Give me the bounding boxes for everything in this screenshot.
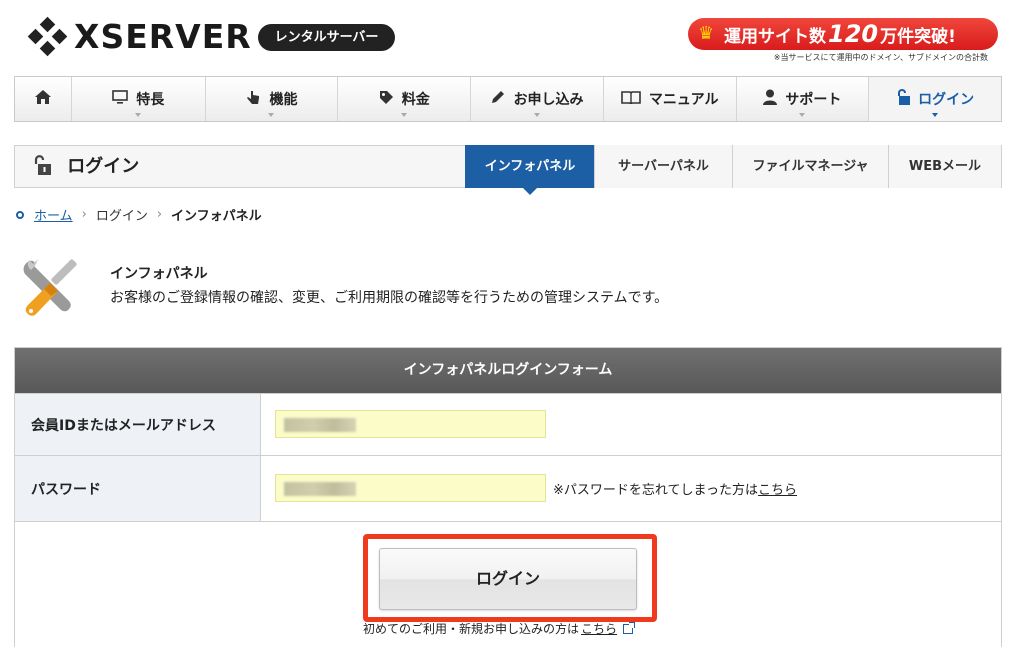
- intro-description: お客様のご登録情報の確認、変更、ご利用期限の確認等を行うための管理システムです。: [110, 290, 669, 306]
- rental-server-badge: レンタルサーバー: [258, 24, 395, 51]
- first-time-note: 初めてのご利用・新規お申し込みの方は こちら: [363, 620, 636, 637]
- redacted-value: [284, 418, 356, 432]
- forgot-password-note: ※パスワードを忘れてしまった方は こちら: [553, 456, 797, 521]
- chevron-down-icon: [401, 113, 408, 117]
- id-input[interactable]: [275, 410, 546, 438]
- id-row: 会員IDまたはメールアドレス: [15, 393, 1001, 455]
- nav-item-features[interactable]: 特長: [72, 77, 206, 121]
- login-subheader: ログイン インフォパネル サーバーパネル ファイルマネージャ WEBメール: [14, 145, 1002, 195]
- forgot-password-text: ※パスワードを忘れてしまった方は: [553, 483, 758, 498]
- form-title: インフォパネルログインフォーム: [15, 348, 1001, 393]
- monitor-icon: [112, 90, 129, 108]
- global-nav: 特長 機能 料金 お申し込み マニュアル サポート ログイン: [14, 76, 1002, 122]
- pointer-icon: [245, 90, 261, 109]
- page-title-text: ログイン: [67, 156, 140, 177]
- chevron-down-icon: [932, 113, 939, 117]
- nav-item-manual[interactable]: マニュアル: [604, 77, 737, 121]
- page-title: ログイン: [33, 146, 139, 187]
- nav-item-apply[interactable]: お申し込み: [471, 77, 604, 121]
- chevron-down-icon: [533, 113, 540, 117]
- login-tabs: インフォパネル サーバーパネル ファイルマネージャ WEBメール: [465, 145, 1001, 195]
- password-row: パスワード ※パスワードを忘れてしまった方は こちら: [15, 455, 1001, 521]
- crown-icon: ♛: [698, 23, 715, 44]
- nav-item-pricing[interactable]: 料金: [338, 77, 472, 121]
- unlock-icon: [33, 155, 59, 177]
- book-icon: [621, 90, 641, 108]
- external-link-icon: [623, 621, 636, 634]
- nav-item-label: ログイン: [918, 92, 975, 108]
- tag-icon: [379, 90, 394, 109]
- nav-item-label: サポート: [785, 92, 842, 108]
- breadcrumb-home-link[interactable]: ホーム: [34, 205, 73, 224]
- nav-item-label: 特長: [136, 92, 165, 108]
- unlock-icon: [896, 89, 911, 109]
- promo-note: ※当サービスにて運用中のドメイン、サブドメインの合計数: [773, 53, 988, 62]
- redacted-value: [284, 482, 356, 496]
- nav-item-label: 料金: [401, 92, 430, 108]
- pencil-icon: [490, 90, 505, 109]
- login-form: インフォパネルログインフォーム 会員IDまたはメールアドレス パスワード ※パス…: [14, 347, 1002, 647]
- nav-item-support[interactable]: サポート: [737, 77, 870, 121]
- nav-item-home[interactable]: [15, 77, 72, 121]
- logo-mark-icon: [26, 16, 70, 58]
- chevron-down-icon: [799, 113, 806, 117]
- first-time-text: 初めてのご利用・新規お申し込みの方は: [363, 622, 580, 636]
- promo-banner: ♛ 運用サイト数 120 万件突破!: [688, 18, 998, 50]
- promo-prefix: 運用サイト数: [724, 26, 826, 47]
- tab-info-panel[interactable]: インフォパネル: [465, 145, 594, 195]
- first-time-link[interactable]: こちら: [581, 620, 617, 637]
- chevron-right-icon: ›: [81, 207, 87, 222]
- nav-item-label: 機能: [269, 92, 298, 108]
- password-label: パスワード: [15, 456, 261, 521]
- nav-item-login[interactable]: ログイン: [869, 77, 1002, 121]
- chevron-down-icon: [268, 113, 275, 117]
- nav-item-functions[interactable]: 機能: [206, 77, 339, 121]
- nav-item-label: お申し込み: [513, 92, 584, 108]
- breadcrumb: ホーム › ログイン › インフォパネル: [16, 205, 262, 224]
- nav-item-label: マニュアル: [648, 92, 719, 108]
- home-icon: [34, 90, 51, 108]
- logo-text: XSERVER: [74, 17, 252, 56]
- tools-icon: [20, 255, 84, 317]
- button-area: ログイン 初めてのご利用・新規お申し込みの方は こちら: [15, 521, 1001, 647]
- tab-file-manager[interactable]: ファイルマネージャ: [732, 145, 888, 188]
- tab-server-panel[interactable]: サーバーパネル: [594, 145, 732, 188]
- tab-webmail[interactable]: WEBメール: [888, 145, 1001, 188]
- chevron-right-icon: ›: [156, 207, 163, 222]
- chevron-down-icon: [135, 113, 142, 117]
- forgot-password-link[interactable]: こちら: [758, 479, 797, 498]
- person-icon: [763, 89, 778, 109]
- promo-suffix: 万件突破!: [880, 26, 956, 47]
- breadcrumb-current: インフォパネル: [171, 209, 262, 224]
- login-button[interactable]: ログイン: [379, 548, 637, 610]
- breadcrumb-login: ログイン: [95, 209, 148, 224]
- id-label: 会員IDまたはメールアドレス: [15, 394, 261, 455]
- intro-title: インフォパネル: [110, 266, 208, 282]
- promo-number: 120: [828, 20, 879, 48]
- password-input[interactable]: [275, 474, 546, 502]
- breadcrumb-dot-icon: [16, 210, 24, 219]
- xserver-logo[interactable]: XSERVER: [26, 16, 252, 58]
